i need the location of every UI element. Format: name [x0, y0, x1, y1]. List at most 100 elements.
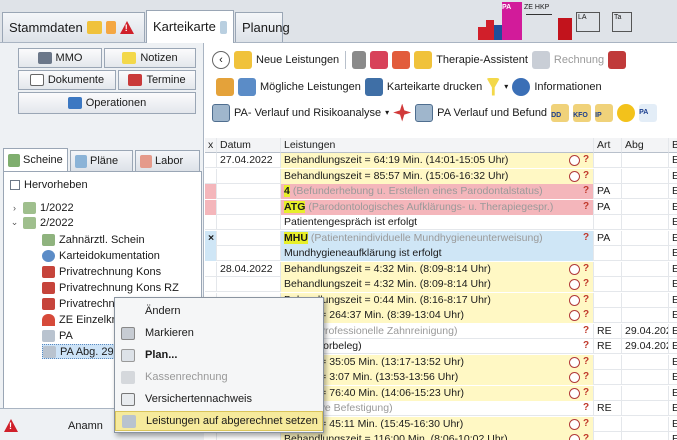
hervorheben-checkbox[interactable]: Hervorheben: [10, 179, 88, 191]
col-datum-header[interactable]: Datum: [217, 138, 281, 153]
clock-icon: [569, 387, 580, 399]
neue-leistungen-button[interactable]: Neue Leistungen: [256, 54, 339, 66]
pa-button[interactable]: PA: [639, 103, 658, 122]
table-row[interactable]: Behandlungszeit = 4:32 Min. (8:09-8:14 U…: [205, 277, 677, 292]
be-cell: EV: [669, 277, 677, 292]
leistung-cell: 4 (Befunderhebung u. Erstellen eines Paro…: [281, 184, 594, 199]
tree-item-label: Privatrechnung Kons RZ: [59, 281, 179, 294]
tab-stammdaten[interactable]: Stammdaten: [2, 12, 145, 42]
abg-cell: [622, 261, 669, 277]
col-be-header[interactable]: Be: [669, 138, 677, 153]
pa-label: PA: [639, 108, 649, 116]
table-row[interactable]: × MHU (Patientenindividuelle Mundhygieneun…: [205, 230, 677, 246]
pa-verlauf-button[interactable]: PA- Verlauf und Risikoanalyse: [234, 107, 381, 119]
abg-cell: [622, 308, 669, 323]
checkbox-box[interactable]: [10, 180, 20, 190]
menu-item-versichertennachweis[interactable]: Versichertennachweis: [115, 389, 323, 409]
art-cell: [594, 416, 622, 432]
back-icon[interactable]: ‹: [212, 50, 230, 69]
leistung-code: 4: [284, 185, 290, 197]
chevron-down-icon[interactable]: ▾: [504, 82, 508, 91]
menu-item-abgerechnet[interactable]: Leistungen auf abgerechnet setzen: [115, 411, 323, 431]
col-abg-header[interactable]: Abg: [622, 138, 669, 153]
table-row[interactable]: Behandlungszeit = 116:00 Min. (8:06-10:0…: [205, 432, 677, 440]
menu-item-aendern[interactable]: Ändern: [115, 301, 323, 321]
operationen-button[interactable]: Operationen: [18, 92, 196, 114]
subtab-scheine[interactable]: Scheine: [3, 148, 68, 171]
tooth-icon[interactable]: [370, 50, 389, 69]
table-row[interactable]: ATG (Parodontologisches Aufklärungs- u. T…: [205, 199, 677, 215]
subtab-labor[interactable]: Labor: [135, 150, 200, 171]
tab-karteikarte[interactable]: Karteikarte: [146, 10, 234, 43]
export-icon[interactable]: [608, 50, 627, 69]
abgerechnet-icon: [122, 414, 136, 428]
rechnung-button[interactable]: Rechnung: [554, 54, 604, 66]
kfo-button[interactable]: KFO: [573, 103, 592, 122]
pa-befund-button[interactable]: PA Verlauf und Befund: [437, 107, 547, 119]
menu-item-kassenrechnung[interactable]: Kassenrechnung: [115, 367, 323, 387]
date-cell: [217, 168, 281, 184]
question-icon: ?: [583, 185, 590, 196]
hkp-badge-label: HKP: [534, 4, 550, 11]
question-icon: ?: [583, 231, 590, 243]
tree-item[interactable]: Zahnärztl. Schein: [42, 232, 145, 247]
trash-icon[interactable]: [352, 50, 367, 69]
tree-item[interactable]: PA: [42, 328, 73, 343]
date-cell: [217, 277, 281, 292]
col-art-header[interactable]: Art: [594, 138, 622, 153]
person-icon: [86, 21, 102, 34]
menu-item-label: Plan...: [145, 349, 178, 361]
invoice-icon: [42, 281, 55, 294]
leistung-cell: ngszeit = 3:07 Min. (13:53-13:56 Uhr)?: [281, 370, 594, 385]
table-row[interactable]: 4 (Befunderhebung u. Erstellen eines Paro…: [205, 184, 677, 199]
karteikarte-drucken-button[interactable]: Karteikarte drucken: [387, 81, 482, 93]
mmo-button[interactable]: MMO: [18, 48, 102, 68]
menu-item-plan[interactable]: Plan...: [115, 345, 323, 365]
tree-node-2-2022[interactable]: ⌄ 2/2022: [10, 215, 74, 230]
menu-item-markieren[interactable]: Markieren: [115, 323, 323, 343]
therapie-assistent-button[interactable]: Therapie-Assistent: [436, 54, 528, 66]
dd-button[interactable]: DD: [551, 103, 570, 122]
question-icon: ?: [583, 278, 590, 289]
table-row[interactable]: 28.04.2022 Behandlungszeit = 4:32 Min. (8…: [205, 261, 677, 277]
question-icon: ?: [583, 371, 590, 382]
col-leistungen-header[interactable]: Leistungen: [281, 138, 594, 153]
dokumente-button[interactable]: Dokumente: [18, 70, 116, 90]
col-x-header[interactable]: x: [205, 138, 217, 153]
info-icon: [42, 249, 55, 262]
filter-icon[interactable]: [486, 77, 501, 96]
ip-button[interactable]: IP: [595, 103, 614, 122]
moegliche-leistungen-button[interactable]: Mögliche Leistungen: [260, 81, 361, 93]
be-cell: EV: [669, 432, 677, 440]
tree-node-1-2022[interactable]: › 1/2022: [10, 200, 74, 215]
table-row[interactable]: Patientengespräch ist erfolgt EV: [205, 215, 677, 230]
tab-planung[interactable]: Planung: [235, 12, 290, 42]
row-marker-cell: [205, 153, 217, 168]
chevron-down-icon[interactable]: ▾: [385, 108, 389, 117]
app-window: Stammdaten Karteikarte Planung PA ZE HKP…: [0, 0, 677, 440]
table-row[interactable]: 27.04.2022 Behandlungszeit = 64:19 Min. (…: [205, 153, 677, 168]
art-cell: [594, 292, 622, 308]
expand-icon[interactable]: ›: [10, 203, 19, 213]
be-cell: EV: [669, 215, 677, 230]
notizen-button[interactable]: Notizen: [104, 48, 196, 68]
radiation-icon[interactable]: [617, 103, 636, 122]
pa-befund-icon: [415, 103, 434, 122]
tree-item[interactable]: Karteidokumentation: [42, 248, 160, 263]
termine-button[interactable]: Termine: [118, 70, 196, 90]
tree-item[interactable]: Privatrechnung Kons RZ: [42, 280, 179, 295]
chart-icon[interactable]: [392, 50, 411, 69]
collapse-icon[interactable]: ⌄: [10, 217, 19, 228]
subtab-plaene[interactable]: Pläne: [70, 150, 133, 171]
star-icon[interactable]: [393, 103, 412, 122]
table-row[interactable]: Behandlungszeit = 85:57 Min. (15:06-16:3…: [205, 168, 677, 184]
date-cell: 27.04.2022: [217, 153, 281, 168]
status-bar: [478, 27, 486, 40]
art-cell: [594, 168, 622, 184]
table-row[interactable]: Mundhygieneaufklärung ist erfolgt EV: [205, 246, 677, 261]
ze-hkp-badge: ZE HKP: [524, 2, 554, 40]
tree-item[interactable]: Privatrechnung Kons: [42, 264, 161, 279]
informationen-button[interactable]: Informationen: [534, 81, 601, 93]
leistung-cell: Behandlungszeit = 4:32 Min. (8:09-8:14 U…: [281, 277, 594, 292]
dokumente-label: Dokumente: [47, 74, 105, 86]
